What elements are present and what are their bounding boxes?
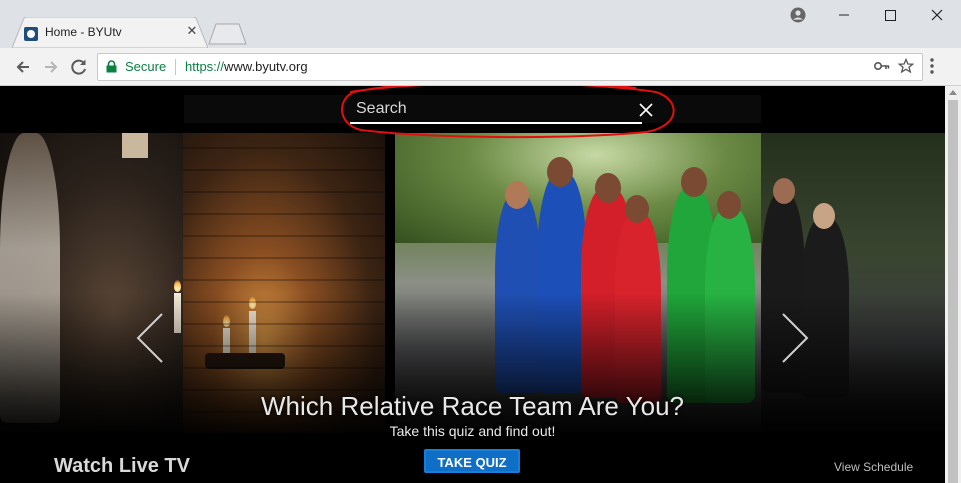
page-viewport: Which Relative Race Team Are You? Take t… [0,86,945,483]
lock-icon [106,60,117,73]
browser-tab-home[interactable]: Home - BYUtv ✕ [12,17,208,48]
url-scheme: https:// [185,59,225,74]
back-arrow-icon[interactable] [12,56,34,78]
person-head [625,195,649,223]
browser-titlebar: Home - BYUtv ✕ [0,0,961,48]
bookmark-star-icon[interactable] [898,58,914,74]
maximize-button[interactable] [867,0,913,30]
person-head [595,173,621,203]
search-input[interactable] [350,96,642,124]
hero-carousel: Which Relative Race Team Are You? Take t… [0,133,945,483]
person-head [681,167,707,197]
forward-arrow-icon[interactable] [40,56,62,78]
close-window-icon [931,9,943,21]
reload-icon[interactable] [68,56,90,78]
carousel-prev-arrow-icon[interactable] [135,312,165,364]
new-tab-button[interactable] [208,23,248,45]
byutv-favicon-icon [24,27,38,41]
browser-toolbar: Secure https://www.byutv.org [0,48,961,86]
minimize-icon [839,14,849,16]
tab-close-icon[interactable]: ✕ [185,24,199,38]
person-head [813,203,835,229]
url-host: www.byutv.org [224,59,308,74]
view-schedule-link[interactable]: View Schedule [834,460,913,474]
take-quiz-button[interactable]: TAKE QUIZ [424,449,520,473]
hero-subtitle: Take this quiz and find out! [389,423,556,439]
omnibox-divider [175,59,176,75]
person-head [773,178,795,204]
person-head [547,157,573,187]
hero-title: Which Relative Race Team Are You? [261,391,684,421]
kebab-menu-icon[interactable] [930,58,934,74]
profile-icon[interactable] [790,7,806,23]
person-head [505,181,529,209]
watch-live-heading: Watch Live TV [54,455,190,477]
vertical-scrollbar[interactable] [945,86,961,483]
address-bar[interactable]: Secure https://www.byutv.org [97,53,923,81]
wall-sign [122,133,148,158]
close-window-button[interactable] [913,0,959,30]
search-box [350,96,662,124]
carousel-next-arrow-icon[interactable] [780,312,810,364]
scroll-up-arrow-icon[interactable] [949,89,957,95]
url-text: https://www.byutv.org [185,59,308,74]
search-close-icon[interactable] [639,103,653,117]
secure-label: Secure [125,59,167,74]
candle-flame [174,280,181,292]
key-icon[interactable] [874,60,890,72]
maximize-icon [885,10,896,21]
person-head [717,191,741,219]
scrollbar-thumb[interactable] [948,100,958,483]
minimize-button[interactable] [821,0,867,30]
tab-title: Home - BYUtv [45,25,122,39]
